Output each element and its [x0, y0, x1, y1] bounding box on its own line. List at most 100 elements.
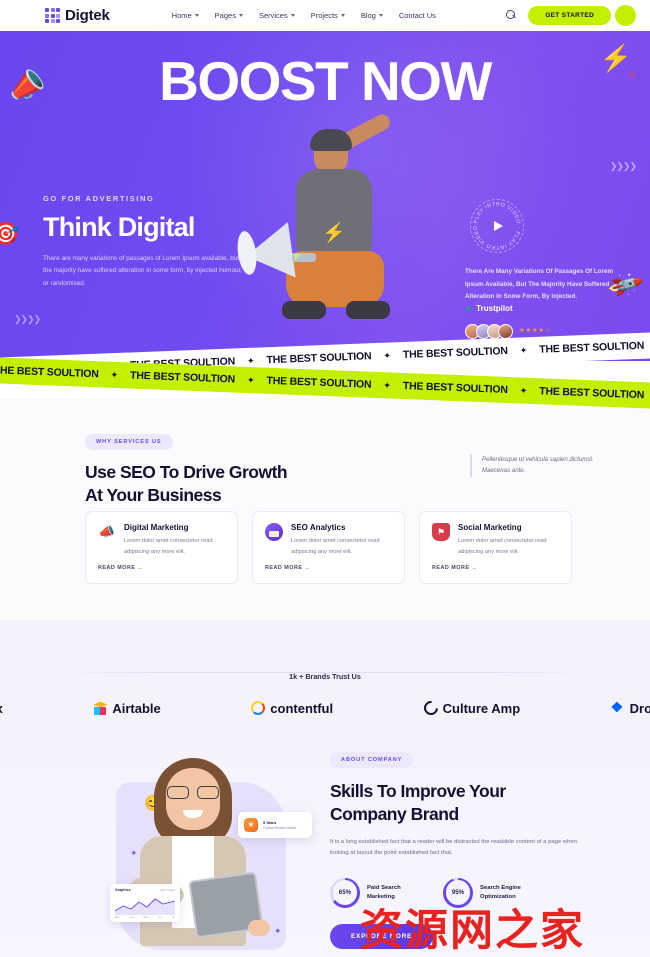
rating-card-subtitle: Positive Review Market	[263, 826, 297, 830]
mini-chart-axis: Mon Tue Wed Thu Fri	[115, 916, 175, 919]
hero-right-paragraph: There Are Many Variations Of Passages Of…	[465, 268, 614, 301]
bolt-icon: ⚡	[599, 43, 632, 73]
axis-tick: Mon	[115, 916, 121, 919]
arrow-right-icon: →	[137, 565, 144, 572]
service-card-text: Lorem dolor amet consectetur read adipis…	[458, 538, 547, 555]
services-header: WHY SERVICES US Use SEO To Drive Growth …	[85, 430, 288, 507]
nav-item-projects[interactable]: Projects	[311, 11, 345, 20]
chevron-down-icon	[378, 14, 383, 17]
search-icon[interactable]	[506, 10, 517, 21]
brand-logo-airtable[interactable]: Airtable	[93, 701, 161, 716]
chart-card-title: Graphics	[115, 888, 131, 892]
about-paragraph: It is a long established fact that a rea…	[330, 838, 577, 857]
sparkle-icon: ✦	[130, 848, 138, 858]
service-card-social-marketing[interactable]: Social Marketing Lorem dolor amet consec…	[419, 511, 572, 584]
nav-item-services[interactable]: Services	[259, 11, 295, 20]
services-note-text: Pellentesque ut vehicula sapien dictumst…	[482, 456, 594, 475]
logo[interactable]: Digtek	[45, 7, 110, 24]
service-card-title: SEO Analytics	[291, 523, 346, 532]
nav-item-contact-us[interactable]: Contact Us	[399, 11, 436, 20]
about-heading-line2: Company Brand	[330, 803, 459, 824]
marquee-star-icon: ✦	[383, 349, 392, 361]
marquee-text: THE BEST SOULTION	[539, 339, 645, 356]
about-heading-line1: Skills To Improve Your	[330, 781, 506, 801]
nav-label: Projects	[310, 11, 338, 20]
marquee-star-icon: ✦	[519, 344, 528, 356]
brand-logo-ix[interactable]: ix	[0, 701, 3, 716]
axis-tick: Tue	[129, 916, 134, 919]
get-started-button[interactable]: GET STARTED	[528, 6, 611, 25]
explore-more-button[interactable]: EXPLORE MORE	[330, 923, 434, 949]
nav-label: Services	[258, 11, 288, 20]
brand-logo-contentful[interactable]: contentful	[251, 701, 333, 716]
service-card-digital-marketing[interactable]: 📣 Digital Marketing Lorem dolor amet con…	[85, 511, 238, 584]
hero-paragraph: There are many variations of passages of…	[43, 255, 243, 287]
stat-value: 65%	[338, 889, 352, 897]
brand-name: contentful	[270, 700, 334, 716]
services-heading: Use SEO To Drive Growth At Your Business	[85, 461, 288, 507]
hero-illustration: ⚡	[235, 111, 422, 361]
services-heading-line2: At Your Business	[85, 484, 222, 505]
marquee-text: THE BEST SOULTION	[129, 369, 236, 386]
glasses-icon	[166, 786, 220, 799]
nav-label: Pages	[214, 11, 236, 20]
chevron-down-icon	[290, 14, 295, 17]
nav-label: Home	[171, 11, 192, 20]
brand-logos: ix Airtable contentful Culture Amp Dropb	[0, 688, 650, 728]
services-heading-line1: Use SEO To Drive Growth	[85, 462, 288, 482]
site-header: Digtek Home Pages Services Projects Blog	[0, 0, 650, 31]
rating-card-title: 5 Stars	[263, 820, 277, 825]
service-card-text: Lorem dolor amet consectetur read adipis…	[124, 538, 213, 555]
hero-eyebrow: GO FOR ADVERTISING	[43, 194, 155, 203]
close-icon[interactable]: ✕	[628, 70, 636, 81]
progress-donut: 65%	[330, 877, 360, 908]
nav-item-home[interactable]: Home	[172, 11, 199, 20]
chevron-down-icon	[340, 14, 345, 17]
culture-amp-icon	[420, 698, 441, 718]
cta-circle-button[interactable]	[615, 5, 636, 26]
logo-text: Digtek	[65, 7, 110, 24]
seo-analytics-icon	[265, 523, 283, 541]
about-stats: 65% Paid Search Marketing 95% Search Eng…	[330, 877, 620, 908]
play-intro-video-button[interactable]: PLAY INTRO VIDEO · PLAY INTRO VIDEO ·	[470, 199, 524, 253]
marquee-star-icon: ✦	[383, 379, 392, 391]
svg-text:PLAY INTRO VIDEO · PLAY INTRO: PLAY INTRO VIDEO · PLAY INTRO VIDEO ·	[471, 200, 521, 250]
read-more-label: READ MORE	[432, 565, 470, 572]
main-navigation: Home Pages Services Projects Blog Contac…	[172, 11, 436, 20]
service-card-seo-analytics[interactable]: SEO Analytics Lorem dolor amet consectet…	[252, 511, 405, 584]
marquee-star-icon: ✦	[110, 369, 119, 380]
marquee-text: THE BEST SOULTION	[266, 350, 372, 367]
airtable-icon	[93, 702, 107, 715]
arrow-right-icon: →	[304, 565, 311, 572]
marquee-star-icon: ✦	[246, 355, 255, 366]
landing-page: Digtek Home Pages Services Projects Blog	[0, 0, 650, 957]
chevron-down-icon	[194, 14, 199, 17]
mini-area-chart	[115, 895, 175, 915]
trustpilot-label: Trustpilot	[476, 304, 513, 313]
hero-section: BOOST NOW 📣 ⚡ ✕ 🚀 🎯 ❯❯❯❯ ❯❯❯❯ ⚡ GO FOR A…	[0, 31, 650, 361]
logo-dots-icon	[45, 8, 60, 23]
nav-item-pages[interactable]: Pages	[215, 11, 243, 20]
service-card-title: Social Marketing	[458, 523, 522, 532]
service-card-text: Lorem dolor amet consectetur read adipis…	[291, 538, 380, 555]
hero-heading: Think Digital	[43, 212, 195, 242]
chevron-down-icon	[238, 14, 243, 17]
about-illustration: 📣 😊 ✦ ✦ Graphics Last 7 days Mon	[108, 750, 312, 950]
trustpilot-block: ★ Trustpilot	[465, 304, 513, 313]
marquee-text: THE BEST SOULTION	[402, 344, 508, 362]
read-more-link[interactable]: READ MORE →	[98, 565, 225, 571]
floating-rating-card: 5 Stars Positive Review Market	[238, 812, 312, 838]
brand-logo-culture-amp[interactable]: Culture Amp	[420, 698, 520, 718]
stat-search-engine-optimization: 95% Search Engine Optimization	[443, 877, 542, 908]
star-badge-icon	[244, 818, 258, 832]
brand-logo-dropbox[interactable]: Dropb	[611, 699, 650, 716]
services-badge: WHY SERVICES US	[85, 434, 173, 450]
marquee-text: THE BEST SOULTION	[402, 379, 508, 397]
marquee-bands: ✦ THE BEST SOULTION ✦ THE BEST SOULTION ✦ THE…	[0, 331, 650, 410]
about-heading: Skills To Improve Your Company Brand	[330, 780, 620, 826]
hero-left-content: GO FOR ADVERTISING Think Digital There a…	[43, 194, 304, 290]
read-more-link[interactable]: READ MORE →	[265, 565, 392, 571]
nav-item-blog[interactable]: Blog	[361, 11, 383, 20]
brand-name: Dropb	[629, 700, 650, 716]
read-more-link[interactable]: READ MORE →	[432, 565, 559, 571]
